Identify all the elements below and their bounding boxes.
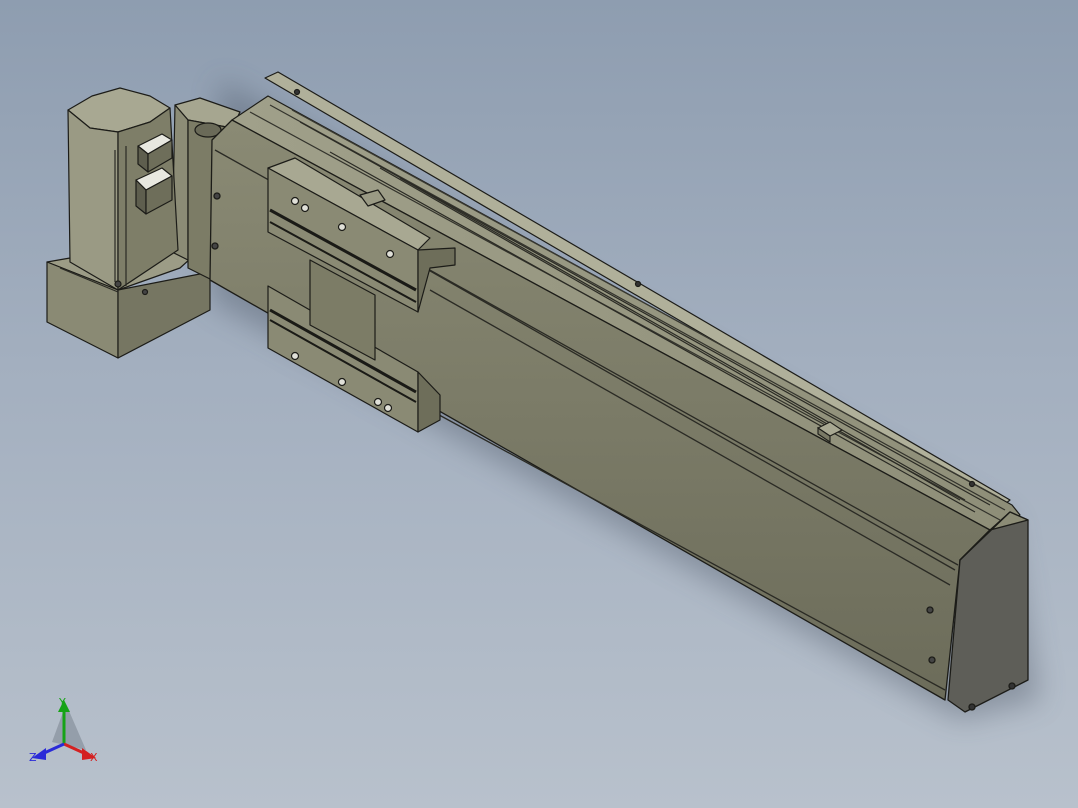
graphics-viewport[interactable]: Y X Z — [0, 0, 1078, 808]
triad-y-label: Y — [59, 696, 66, 709]
triad-z-label: Z — [29, 751, 37, 764]
linear-actuator-model[interactable] — [0, 0, 1078, 808]
triad-x-label: X — [90, 751, 98, 764]
